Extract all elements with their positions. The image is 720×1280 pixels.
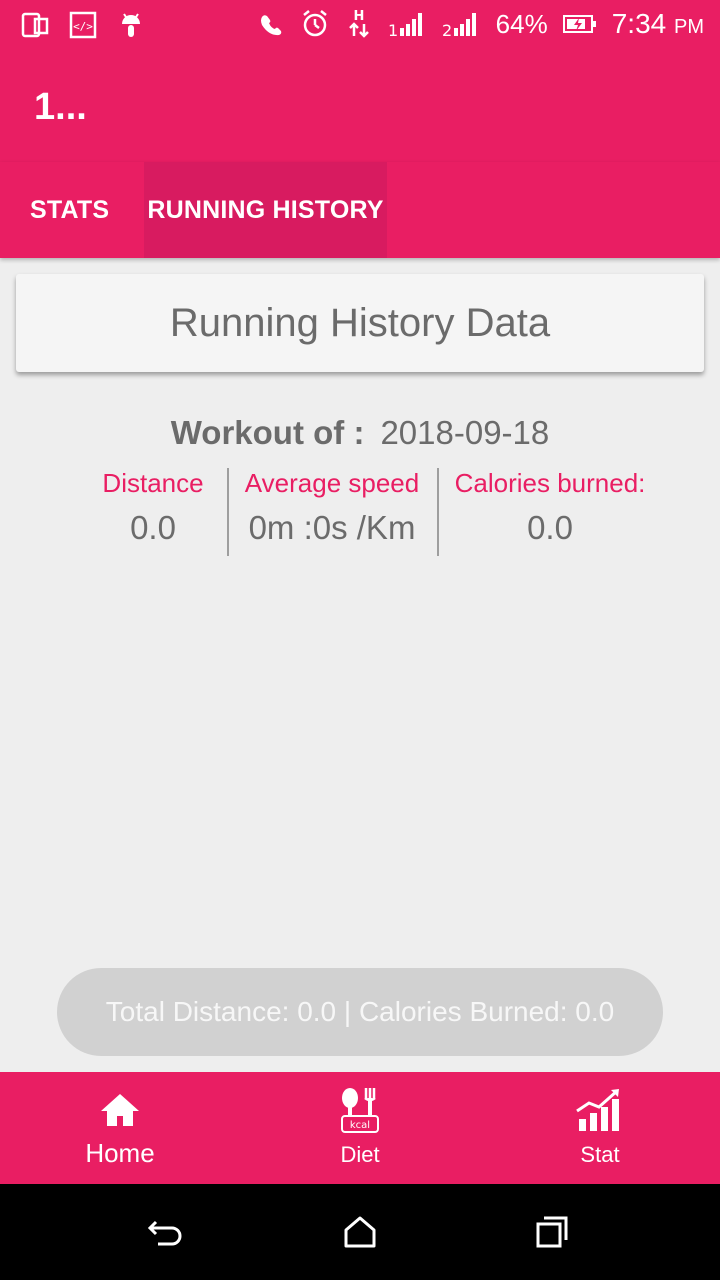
card-title: Running History Data	[169, 300, 551, 345]
phone-icon	[20, 10, 50, 40]
svg-text:2: 2	[442, 21, 452, 38]
tab-running-history[interactable]: RUNNING HISTORY	[144, 162, 387, 258]
svg-text:kcal: kcal	[350, 1120, 370, 1131]
metric-value: 0m :0s /Km	[248, 509, 416, 546]
workout-metrics: Distance 0.0 Average speed 0m :0s /Km Ca…	[0, 468, 720, 556]
bottom-navigation: Home kcal Diet Stat	[0, 1072, 720, 1184]
recent-apps-icon[interactable]	[532, 1212, 572, 1252]
metric-calories: Calories burned: 0.0	[440, 468, 660, 547]
nav-diet[interactable]: kcal Diet	[240, 1072, 480, 1184]
metric-value: 0.0	[527, 509, 573, 546]
nav-label: Stat	[580, 1142, 620, 1167]
metric-label: Calories burned:	[454, 468, 646, 498]
call-icon	[256, 9, 286, 39]
metric-average-speed: Average speed 0m :0s /Km	[232, 468, 432, 547]
battery-percent: 64%	[495, 8, 548, 39]
tab-bar: STATS RUNNING HISTORY	[0, 162, 720, 258]
metric-distance: Distance 0.0	[70, 468, 236, 547]
running-history-header-card: Running History Data	[16, 274, 704, 372]
data-h-icon: H	[344, 9, 374, 39]
clock: 7:34 PM	[611, 8, 704, 39]
metric-label: Distance	[102, 468, 204, 498]
home-nav-icon[interactable]	[340, 1212, 380, 1252]
battery-charging-icon	[562, 9, 598, 39]
diet-kcal-icon: kcal	[336, 1086, 384, 1134]
total-summary-button[interactable]: Total Distance: 0.0 | Calories Burned: 0…	[57, 968, 663, 1056]
home-icon	[99, 1086, 141, 1134]
app-title: 1...	[34, 86, 87, 128]
stat-chart-icon	[575, 1086, 625, 1134]
signal-2-icon: 2	[442, 9, 482, 39]
tab-stats[interactable]: STATS	[14, 162, 125, 258]
alarm-icon	[300, 9, 330, 39]
svg-text:1: 1	[388, 21, 398, 38]
workout-label: Workout of :	[170, 414, 365, 451]
back-icon[interactable]	[146, 1212, 186, 1252]
workout-date-row: Workout of : 2018-09-18	[0, 414, 720, 452]
nav-label: Home	[85, 1138, 155, 1168]
android-icon	[116, 10, 146, 40]
metric-divider	[437, 468, 439, 556]
nav-home[interactable]: Home	[0, 1072, 240, 1184]
metric-label: Average speed	[244, 468, 420, 498]
workout-date: 2018-09-18	[380, 414, 550, 451]
svg-text:H: H	[353, 9, 364, 24]
nav-stat[interactable]: Stat	[480, 1072, 720, 1184]
nav-label: Diet	[340, 1142, 380, 1167]
system-navigation-bar	[0, 1184, 720, 1280]
app-bar: 1...	[0, 50, 720, 162]
status-bar: </> H 1 2 64% 7:34 PM	[0, 0, 720, 50]
metric-value: 0.0	[130, 509, 176, 546]
metric-divider	[227, 468, 229, 556]
code-icon: </>	[68, 10, 98, 40]
svg-text:</>: </>	[73, 20, 93, 33]
signal-1-icon: 1	[388, 9, 428, 39]
